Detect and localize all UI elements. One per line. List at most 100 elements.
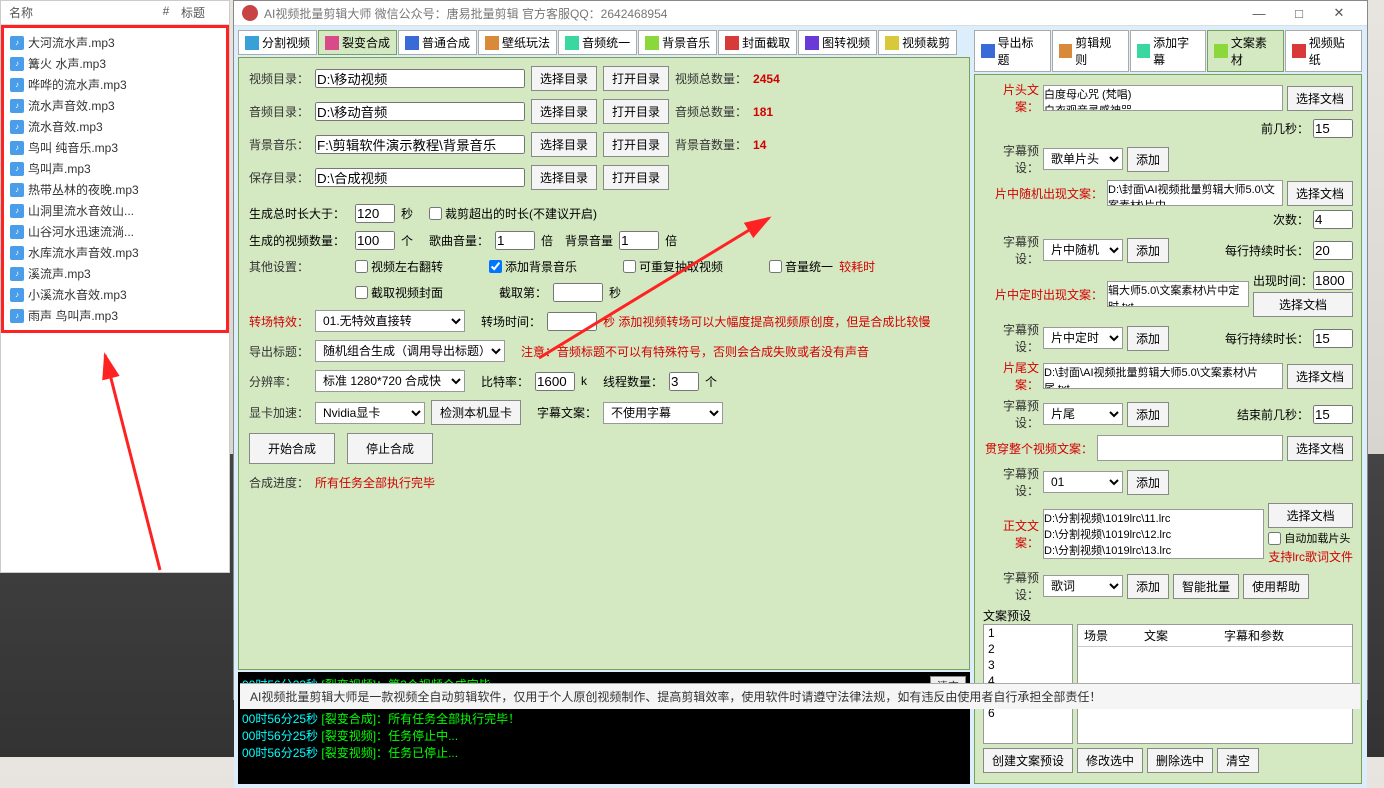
modify-button[interactable]: 修改选中 <box>1077 748 1143 773</box>
add3-button[interactable]: 添加 <box>1127 326 1169 351</box>
col-name[interactable]: 名称 <box>9 4 151 21</box>
file-item[interactable]: ♪山洞里流水音效山... <box>8 200 222 221</box>
save-dir-input[interactable] <box>315 168 525 187</box>
file-item[interactable]: ♪大河流水声.mp3 <box>8 32 222 53</box>
preset6-select[interactable]: 歌词 <box>1043 575 1123 597</box>
tab-7[interactable]: 图转视频 <box>798 30 877 55</box>
frame-input[interactable] <box>553 283 603 302</box>
res-select[interactable]: 标准 1280*720 合成快 <box>315 370 465 392</box>
rtab-1[interactable]: 剪辑规则 <box>1052 30 1129 72</box>
hold-input[interactable] <box>1313 241 1353 260</box>
add6-button[interactable]: 添加 <box>1127 574 1169 599</box>
add1-button[interactable]: 添加 <box>1127 147 1169 172</box>
appear-input[interactable] <box>1313 271 1353 290</box>
preset3-select[interactable]: 片中定时 <box>1043 327 1123 349</box>
select-file-button[interactable]: 选择文档 <box>1287 86 1353 111</box>
bgm-select-dir-button[interactable]: 选择目录 <box>531 132 597 157</box>
file-item[interactable]: ♪雨声 鸟叫声.mp3 <box>8 305 222 326</box>
tab-6[interactable]: 封面截取 <box>718 30 797 55</box>
file-item[interactable]: ♪流水声音效.mp3 <box>8 95 222 116</box>
rtab-2[interactable]: 添加字幕 <box>1130 30 1207 72</box>
preset5-select[interactable]: 01 <box>1043 471 1123 493</box>
preset-item[interactable]: 1 <box>984 625 1072 641</box>
start-button[interactable]: 开始合成 <box>249 433 335 464</box>
file-item[interactable]: ♪山谷河水迅速流淌... <box>8 221 222 242</box>
crop-cover-checkbox[interactable] <box>355 286 368 299</box>
trans-time-input[interactable] <box>547 312 597 331</box>
add5-button[interactable]: 添加 <box>1127 470 1169 495</box>
bg-vol-input[interactable] <box>619 231 659 250</box>
rtab-0[interactable]: 导出标题 <box>974 30 1051 72</box>
vol-unify-checkbox[interactable] <box>769 260 782 273</box>
maximize-button[interactable]: □ <box>1279 1 1319 25</box>
video-select-dir-button[interactable]: 选择目录 <box>531 66 597 91</box>
select-file2-button[interactable]: 选择文档 <box>1287 181 1353 206</box>
gen-count-input[interactable] <box>355 231 395 250</box>
preset-item[interactable]: 2 <box>984 641 1072 657</box>
whole-textarea[interactable] <box>1097 435 1283 461</box>
end-sec-input[interactable] <box>1313 405 1353 424</box>
song-vol-input[interactable] <box>495 231 535 250</box>
bgm-open-dir-button[interactable]: 打开目录 <box>603 132 669 157</box>
preset4-select[interactable]: 片尾 <box>1043 403 1123 425</box>
tab-5[interactable]: 背景音乐 <box>638 30 717 55</box>
file-item[interactable]: ♪篝火 水声.mp3 <box>8 53 222 74</box>
file-item[interactable]: ♪哗哗的流水声.mp3 <box>8 74 222 95</box>
stop-button[interactable]: 停止合成 <box>347 433 433 464</box>
col-title[interactable]: 标题 <box>181 4 221 21</box>
thread-input[interactable] <box>669 372 699 391</box>
file-item[interactable]: ♪流水音效.mp3 <box>8 116 222 137</box>
tab-1[interactable]: 裂变合成 <box>318 30 397 55</box>
preset2-select[interactable]: 片中随机 <box>1043 239 1123 261</box>
auto-load-checkbox[interactable] <box>1268 532 1281 545</box>
tail-textarea[interactable]: D:\封面\AI视频批量剪辑大师5.0\文案素材\片尾.txt <box>1043 363 1283 389</box>
file-item[interactable]: ♪水库流水声音效.mp3 <box>8 242 222 263</box>
select-file6-button[interactable]: 选择文档 <box>1268 503 1353 528</box>
repeat-checkbox[interactable] <box>623 260 636 273</box>
save-select-dir-button[interactable]: 选择目录 <box>531 165 597 190</box>
add2-button[interactable]: 添加 <box>1127 238 1169 263</box>
file-item[interactable]: ♪鸟叫声.mp3 <box>8 158 222 179</box>
gen-dur-input[interactable] <box>355 204 395 223</box>
qian-sec-input[interactable] <box>1313 119 1353 138</box>
file-item[interactable]: ♪热带丛林的夜晚.mp3 <box>8 179 222 200</box>
file-item[interactable]: ♪小溪流水音效.mp3 <box>8 284 222 305</box>
subtitle-select[interactable]: 不使用字幕 <box>603 402 723 424</box>
clear-preset-button[interactable]: 清空 <box>1217 748 1259 773</box>
delete-button[interactable]: 删除选中 <box>1147 748 1213 773</box>
gpu-check-button[interactable]: 检测本机显卡 <box>431 400 521 425</box>
video-open-dir-button[interactable]: 打开目录 <box>603 66 669 91</box>
audio-open-dir-button[interactable]: 打开目录 <box>603 99 669 124</box>
export-select[interactable]: 随机组合生成（调用导出标题） <box>315 340 505 362</box>
rtab-3[interactable]: 文案素材 <box>1207 30 1284 72</box>
flip-checkbox[interactable] <box>355 260 368 273</box>
help-button[interactable]: 使用帮助 <box>1243 574 1309 599</box>
minimize-button[interactable]: — <box>1239 1 1279 25</box>
save-open-dir-button[interactable]: 打开目录 <box>603 165 669 190</box>
rtab-4[interactable]: 视频贴纸 <box>1285 30 1362 72</box>
hold2-input[interactable] <box>1313 329 1353 348</box>
video-dir-input[interactable] <box>315 69 525 88</box>
add-bgm-checkbox[interactable] <box>489 260 502 273</box>
trans-select[interactable]: 01.无特效直接转 <box>315 310 465 332</box>
mid-fixed-textarea[interactable]: 辑大师5.0\文案素材\片中定时.txt <box>1107 281 1249 307</box>
count-input[interactable] <box>1313 210 1353 229</box>
select-file5-button[interactable]: 选择文档 <box>1287 436 1353 461</box>
head-copy-textarea[interactable]: 白度母心咒 (梵唱) 白衣观音灵感神咒 <box>1043 85 1283 111</box>
file-item[interactable]: ♪鸟叫 纯音乐.mp3 <box>8 137 222 158</box>
bgm-dir-input[interactable] <box>315 135 525 154</box>
tab-4[interactable]: 音频统一 <box>558 30 637 55</box>
audio-dir-input[interactable] <box>315 102 525 121</box>
select-file4-button[interactable]: 选择文档 <box>1287 364 1353 389</box>
file-item[interactable]: ♪溪流声.mp3 <box>8 263 222 284</box>
tab-0[interactable]: 分割视频 <box>238 30 317 55</box>
col-hash[interactable]: # <box>151 4 181 21</box>
crop-extra-checkbox[interactable] <box>429 207 442 220</box>
body-textarea[interactable]: D:\分割视频\1019lrc\11.lrc D:\分割视频\1019lrc\1… <box>1043 509 1264 559</box>
select-file3-button[interactable]: 选择文档 <box>1253 292 1353 317</box>
audio-select-dir-button[interactable]: 选择目录 <box>531 99 597 124</box>
bitrate-input[interactable] <box>535 372 575 391</box>
smart-batch-button[interactable]: 智能批量 <box>1173 574 1239 599</box>
preset1-select[interactable]: 歌单片头 <box>1043 148 1123 170</box>
mid-rand-textarea[interactable]: D:\封面\AI视频批量剪辑大师5.0\文案素材\片中... <box>1107 180 1283 206</box>
